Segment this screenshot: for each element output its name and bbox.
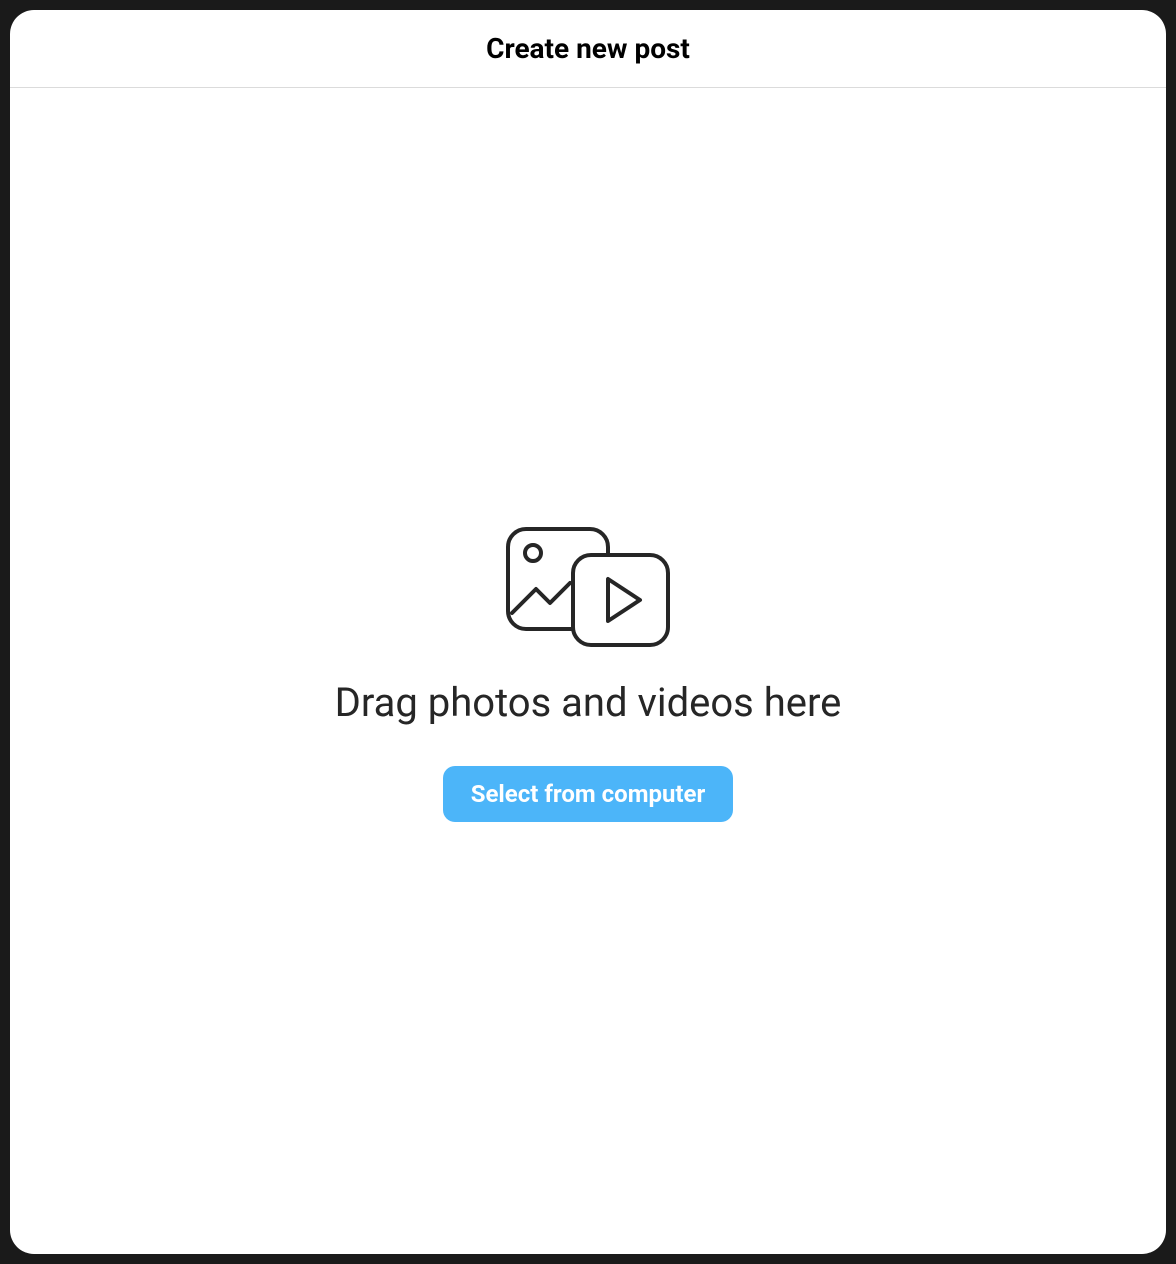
modal-title: Create new post [486,32,690,65]
modal-header: Create new post [10,10,1166,88]
modal-body[interactable]: Drag photos and videos here Select from … [10,88,1166,1254]
media-upload-icon [498,521,678,651]
create-post-modal: Create new post Drag photos and videos h… [10,10,1166,1254]
select-from-computer-button[interactable]: Select from computer [443,766,734,822]
drag-instruction-text: Drag photos and videos here [335,679,842,726]
